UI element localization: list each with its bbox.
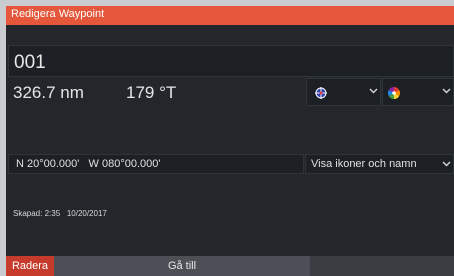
waypoint-color-select[interactable] <box>382 78 454 106</box>
distance-value: 326.7 nm <box>13 83 84 102</box>
display-mode-select[interactable]: Visa ikoner och namn <box>305 154 454 174</box>
created-timestamp: Skapad: 2:35 10/20/2017 <box>13 209 107 218</box>
delete-button[interactable]: Radera <box>6 256 54 276</box>
waypoint-name-value: 001 <box>14 52 46 73</box>
action-bar: Radera Gå till <box>6 256 454 276</box>
chevron-down-icon <box>442 159 454 171</box>
waypoint-icon-select[interactable] <box>306 78 381 106</box>
bearing-value: 179 °T <box>126 83 177 102</box>
position-field[interactable]: N 20°00.000' W 080°00.000' <box>8 154 304 174</box>
waypoint-name-field[interactable]: 001 <box>8 45 454 77</box>
display-mode-value: Visa ikoner och namn <box>311 158 417 170</box>
dialog-title: Redigera Waypoint <box>11 8 105 20</box>
edit-waypoint-dialog: Redigera Waypoint 001 326.7 nm 179 °T N … <box>6 6 454 276</box>
multicolor-circle-icon <box>387 86 401 104</box>
chevron-down-icon <box>442 86 454 98</box>
chevron-down-icon <box>369 86 381 98</box>
goto-button[interactable]: Gå till <box>54 256 310 276</box>
position-value: N 20°00.000' W 080°00.000' <box>16 158 161 170</box>
title-bar: Redigera Waypoint <box>6 6 454 25</box>
waypoint-target-icon <box>315 86 327 104</box>
